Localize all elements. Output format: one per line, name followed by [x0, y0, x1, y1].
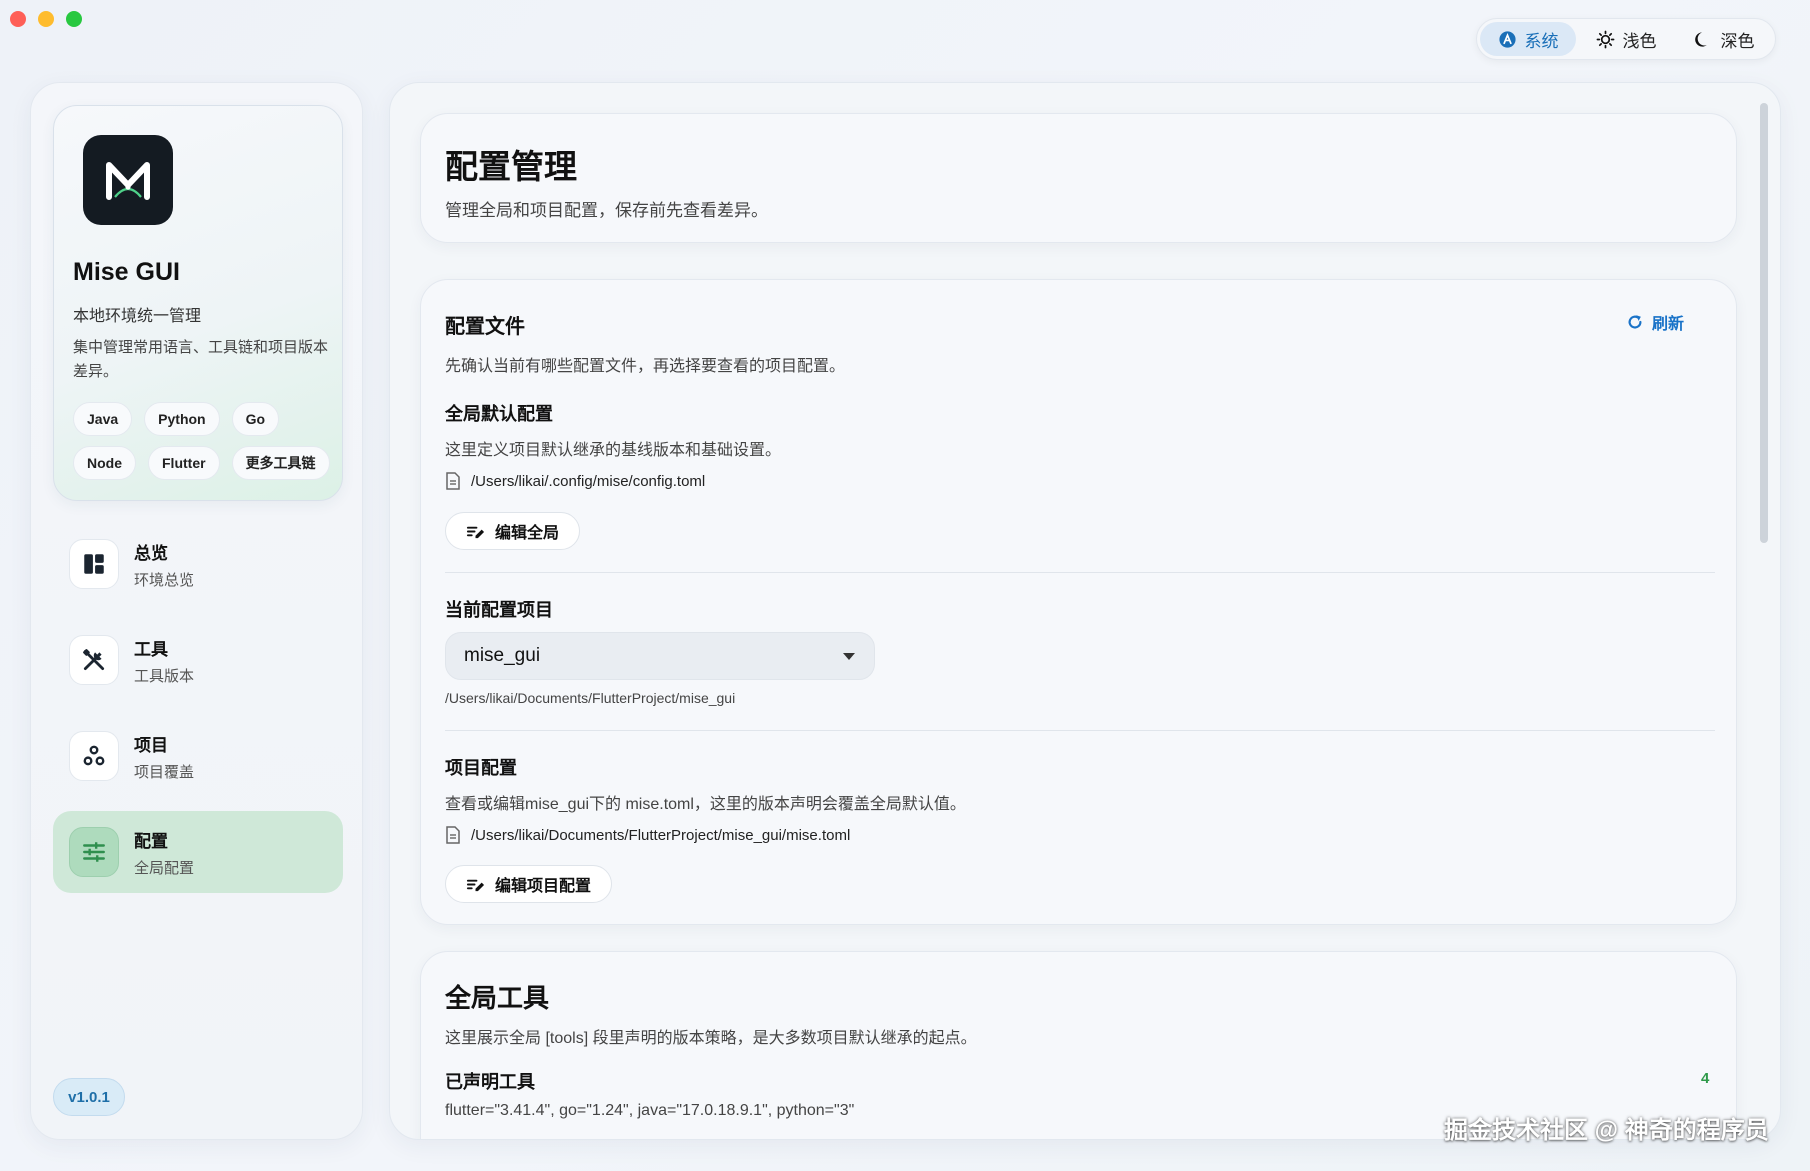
app-description: 集中管理常用语言、工具链和项目版本差异。	[73, 339, 329, 380]
sliders-icon	[69, 827, 119, 877]
main-panel: 配置管理 管理全局和项目配置，保存前先查看差异。 配置文件 刷新 先确认当前有哪…	[389, 82, 1781, 1140]
theme-option-label: 深色	[1720, 31, 1755, 51]
global-config-path: /Users/likai/.config/mise/config.toml	[445, 472, 705, 490]
version-badge: v1.0.1	[53, 1078, 125, 1116]
page-title: 配置管理	[445, 148, 577, 185]
brand-card: Mise GUI 本地环境统一管理 集中管理常用语言、工具链和项目版本差异。 J…	[53, 105, 343, 501]
theme-switcher: 系统 浅色 深色	[1476, 18, 1776, 60]
declared-tools-values: flutter="3.41.4", go="1.24", java="17.0.…	[445, 1102, 855, 1119]
project-config-path-text: /Users/likai/Documents/FlutterProject/mi…	[471, 826, 851, 844]
app-logo	[83, 135, 173, 225]
global-config-title: 全局默认配置	[445, 404, 553, 424]
global-config-path-text: /Users/likai/.config/mise/config.toml	[471, 472, 706, 490]
sidebar-item-projects[interactable]: 项目 项目覆盖	[53, 715, 343, 797]
dashboard-icon	[69, 539, 119, 589]
current-project-title: 当前配置项目	[445, 600, 553, 620]
refresh-icon	[1628, 315, 1642, 329]
sidebar-item-config[interactable]: 配置 全局配置	[53, 811, 343, 893]
sidebar-item-subtitle: 环境总览	[134, 571, 195, 589]
refresh-button[interactable]: 刷新	[1626, 310, 1684, 334]
edit-project-config-label: 编辑项目配置	[495, 878, 592, 895]
sidebar-item-subtitle: 工具版本	[134, 667, 195, 685]
global-tools-title: 全局工具	[445, 983, 550, 1013]
moon-icon	[1694, 31, 1707, 47]
divider	[445, 572, 1715, 573]
sidebar-item-tools[interactable]: 工具 工具版本	[53, 619, 343, 701]
file-icon	[446, 826, 460, 844]
config-files-description: 先确认当前有哪些配置文件，再选择要查看的项目配置。	[445, 358, 846, 375]
sidebar-item-subtitle: 全局配置	[134, 859, 195, 877]
config-files-title: 配置文件	[445, 316, 525, 338]
language-chips: Java Python Go Node Flutter 更多工具链	[73, 402, 333, 480]
project-icon	[69, 731, 119, 781]
global-config-description: 这里定义项目默认继承的基线版本和基础设置。	[445, 442, 782, 459]
watermark: 掘金技术社区 @ 神奇的程序员	[1444, 1117, 1769, 1144]
project-config-description: 查看或编辑mise_gui下的 mise.toml，这里的版本声明会覆盖全局默认…	[445, 796, 966, 813]
chip-java: Java	[73, 402, 133, 436]
project-config-path: /Users/likai/Documents/FlutterProject/mi…	[445, 826, 850, 844]
close-window-button[interactable]	[10, 11, 26, 27]
divider	[445, 730, 1715, 731]
sidebar: Mise GUI 本地环境统一管理 集中管理常用语言、工具链和项目版本差异。 J…	[30, 82, 363, 1140]
file-icon	[446, 472, 460, 490]
theme-option-system[interactable]: 系统	[1480, 22, 1576, 56]
mise-logo-icon	[106, 162, 150, 200]
tools-icon	[69, 635, 119, 685]
page-header-card: 配置管理 管理全局和项目配置，保存前先查看差异。	[420, 113, 1737, 243]
app-title: Mise GUI	[73, 258, 180, 286]
system-theme-icon	[1498, 30, 1516, 48]
sidebar-item-title: 工具	[134, 639, 168, 659]
sidebar-item-overview[interactable]: 总览 环境总览	[53, 523, 343, 605]
sidebar-item-title: 配置	[134, 831, 168, 851]
dropdown-arrow-icon	[843, 653, 855, 660]
zoom-window-button[interactable]	[66, 11, 82, 27]
sidebar-item-subtitle: 项目覆盖	[134, 763, 195, 781]
chip-python: Python	[144, 402, 220, 436]
edit-icon	[466, 526, 485, 538]
minimize-window-button[interactable]	[38, 11, 54, 27]
theme-option-label: 浅色	[1622, 31, 1657, 51]
sidebar-item-title: 总览	[134, 543, 168, 563]
theme-option-light[interactable]: 浅色	[1578, 22, 1674, 56]
sidebar-nav: 总览 环境总览 工具 工具版本 项目 项目覆盖 配置 全局配置	[53, 523, 343, 907]
sun-icon	[1596, 30, 1614, 48]
chip-flutter: Flutter	[148, 446, 220, 480]
chip-go: Go	[231, 402, 280, 436]
current-project-path: /Users/likai/Documents/FlutterProject/mi…	[445, 690, 736, 706]
window-controls	[10, 11, 82, 27]
edit-global-label: 编辑全局	[495, 525, 560, 542]
vertical-scrollbar[interactable]	[1760, 103, 1768, 543]
chip-node: Node	[73, 446, 136, 480]
refresh-label: 刷新	[1652, 316, 1685, 333]
project-select[interactable]: mise_gui	[445, 632, 875, 680]
edit-global-button[interactable]: 编辑全局	[445, 512, 581, 550]
chip-more-toolchains: 更多工具链	[231, 446, 330, 480]
declared-tools-title: 已声明工具	[445, 1072, 535, 1092]
page-subtitle: 管理全局和项目配置，保存前先查看差异。	[445, 201, 768, 220]
edit-project-config-button[interactable]: 编辑项目配置	[445, 865, 613, 903]
edit-icon	[466, 879, 485, 891]
theme-option-label: 系统	[1524, 31, 1559, 51]
config-files-card: 配置文件 刷新 先确认当前有哪些配置文件，再选择要查看的项目配置。 全局默认配置…	[420, 279, 1737, 925]
app-subtitle: 本地环境统一管理	[73, 308, 202, 325]
project-config-title: 项目配置	[445, 758, 517, 778]
project-select-value: mise_gui	[464, 645, 541, 666]
theme-option-dark[interactable]: 深色	[1676, 22, 1772, 56]
declared-tools-count: 4	[1701, 1070, 1710, 1087]
sidebar-item-title: 项目	[134, 735, 168, 755]
global-tools-description: 这里展示全局 [tools] 段里声明的版本策略，是大多数项目默认继承的起点。	[445, 1030, 977, 1047]
